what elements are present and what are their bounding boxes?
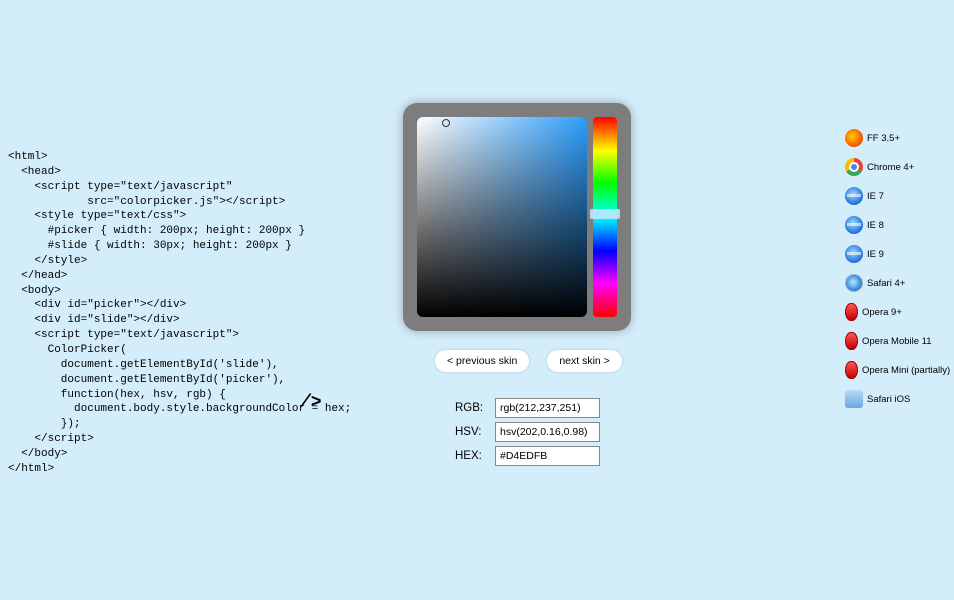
browser-icon xyxy=(845,332,858,350)
browser-item: FF 3.5+ xyxy=(845,128,950,148)
code-snippet: <html> <head> <script type="text/javascr… xyxy=(8,150,351,477)
browser-item: IE 9 xyxy=(845,244,950,264)
browser-item: Opera Mobile 11 xyxy=(845,331,950,351)
color-picker-widget xyxy=(403,103,631,331)
browser-icon xyxy=(845,390,863,408)
browser-item: IE 8 xyxy=(845,215,950,235)
rgb-input[interactable] xyxy=(495,398,600,418)
browser-item: Safari 4+ xyxy=(845,273,950,293)
hex-input[interactable] xyxy=(495,446,600,466)
browser-label: Opera Mobile 11 xyxy=(862,336,932,347)
hex-label: HEX: xyxy=(455,450,495,462)
previous-skin-button[interactable]: < previous skin xyxy=(435,350,529,372)
skin-nav: < previous skin next skin > xyxy=(435,350,622,372)
browser-icon xyxy=(845,303,858,321)
browser-icon xyxy=(845,129,863,147)
browser-icon xyxy=(845,361,858,379)
browser-icon xyxy=(845,274,863,292)
hsv-input[interactable] xyxy=(495,422,600,442)
rgb-label: RGB: xyxy=(455,402,495,414)
browser-label: Safari 4+ xyxy=(867,278,905,289)
color-values-panel: RGB: HSV: HEX: xyxy=(455,398,600,470)
browser-label: Opera Mini (partially) xyxy=(862,365,950,376)
browser-support-list: FF 3.5+ Chrome 4+ IE 7 IE 8 IE 9 Safari 4+ Ope… xyxy=(845,128,950,418)
picker-cursor[interactable] xyxy=(442,119,450,127)
browser-item: Safari iOS xyxy=(845,389,950,409)
browser-label: IE 9 xyxy=(867,249,884,260)
hue-slider[interactable] xyxy=(593,117,617,317)
hsv-label: HSV: xyxy=(455,426,495,438)
saturation-value-area[interactable] xyxy=(417,117,587,317)
browser-item: Opera 9+ xyxy=(845,302,950,322)
close-tag-decoration: /> xyxy=(300,393,322,413)
browser-label: FF 3.5+ xyxy=(867,133,900,144)
browser-label: Chrome 4+ xyxy=(867,162,914,173)
browser-label: IE 8 xyxy=(867,220,884,231)
browser-label: Safari iOS xyxy=(867,394,910,405)
browser-item: Chrome 4+ xyxy=(845,157,950,177)
browser-icon xyxy=(845,245,863,263)
browser-icon xyxy=(845,187,863,205)
browser-label: Opera 9+ xyxy=(862,307,902,318)
hue-slider-thumb[interactable] xyxy=(590,209,620,219)
browser-icon xyxy=(845,158,863,176)
browser-item: IE 7 xyxy=(845,186,950,206)
browser-item: Opera Mini (partially) xyxy=(845,360,950,380)
browser-icon xyxy=(845,216,863,234)
browser-label: IE 7 xyxy=(867,191,884,202)
next-skin-button[interactable]: next skin > xyxy=(547,350,622,372)
